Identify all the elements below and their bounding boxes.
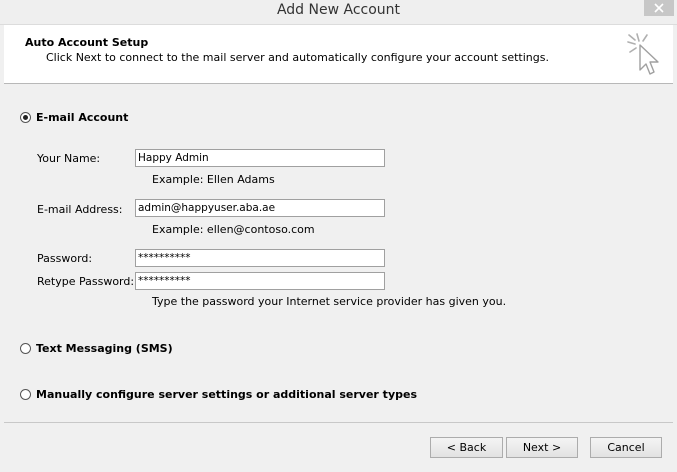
password-label: Password: [37, 252, 93, 265]
manual-label: Manually configure server settings or ad… [36, 388, 417, 401]
cursor-click-icon [627, 33, 659, 75]
cancel-button[interactable]: Cancel [590, 437, 662, 458]
manual-radio[interactable] [20, 389, 31, 400]
header-panel: Auto Account Setup Click Next to connect… [4, 25, 673, 84]
title-bar: Add New Account [0, 0, 677, 25]
option-manual-configure[interactable]: Manually configure server settings or ad… [20, 388, 417, 401]
back-button[interactable]: < Back [430, 437, 503, 458]
email-account-label: E-mail Account [36, 111, 129, 124]
your-name-example: Example: Ellen Adams [152, 173, 275, 186]
next-button[interactable]: Next > [506, 437, 578, 458]
sms-label: Text Messaging (SMS) [36, 342, 173, 355]
retype-password-label: Retype Password: [37, 275, 135, 288]
footer-separator [4, 422, 673, 423]
password-hint: Type the password your Internet service … [152, 295, 507, 308]
option-text-messaging[interactable]: Text Messaging (SMS) [20, 342, 173, 355]
header-title: Auto Account Setup [25, 36, 149, 49]
your-name-field[interactable] [135, 149, 385, 167]
email-account-radio[interactable] [20, 112, 31, 123]
your-name-label: Your Name: [37, 152, 101, 165]
close-icon [654, 3, 664, 13]
email-address-example: Example: ellen@contoso.com [152, 223, 315, 236]
window-title: Add New Account [276, 2, 401, 18]
retype-password-field[interactable] [135, 272, 385, 290]
sms-radio[interactable] [20, 343, 31, 354]
email-address-label: E-mail Address: [37, 203, 123, 216]
option-email-account[interactable]: E-mail Account [20, 111, 128, 124]
password-field[interactable] [135, 249, 385, 267]
email-address-field[interactable] [135, 199, 385, 217]
close-button[interactable] [644, 0, 674, 16]
header-subtitle: Click Next to connect to the mail server… [46, 51, 549, 64]
